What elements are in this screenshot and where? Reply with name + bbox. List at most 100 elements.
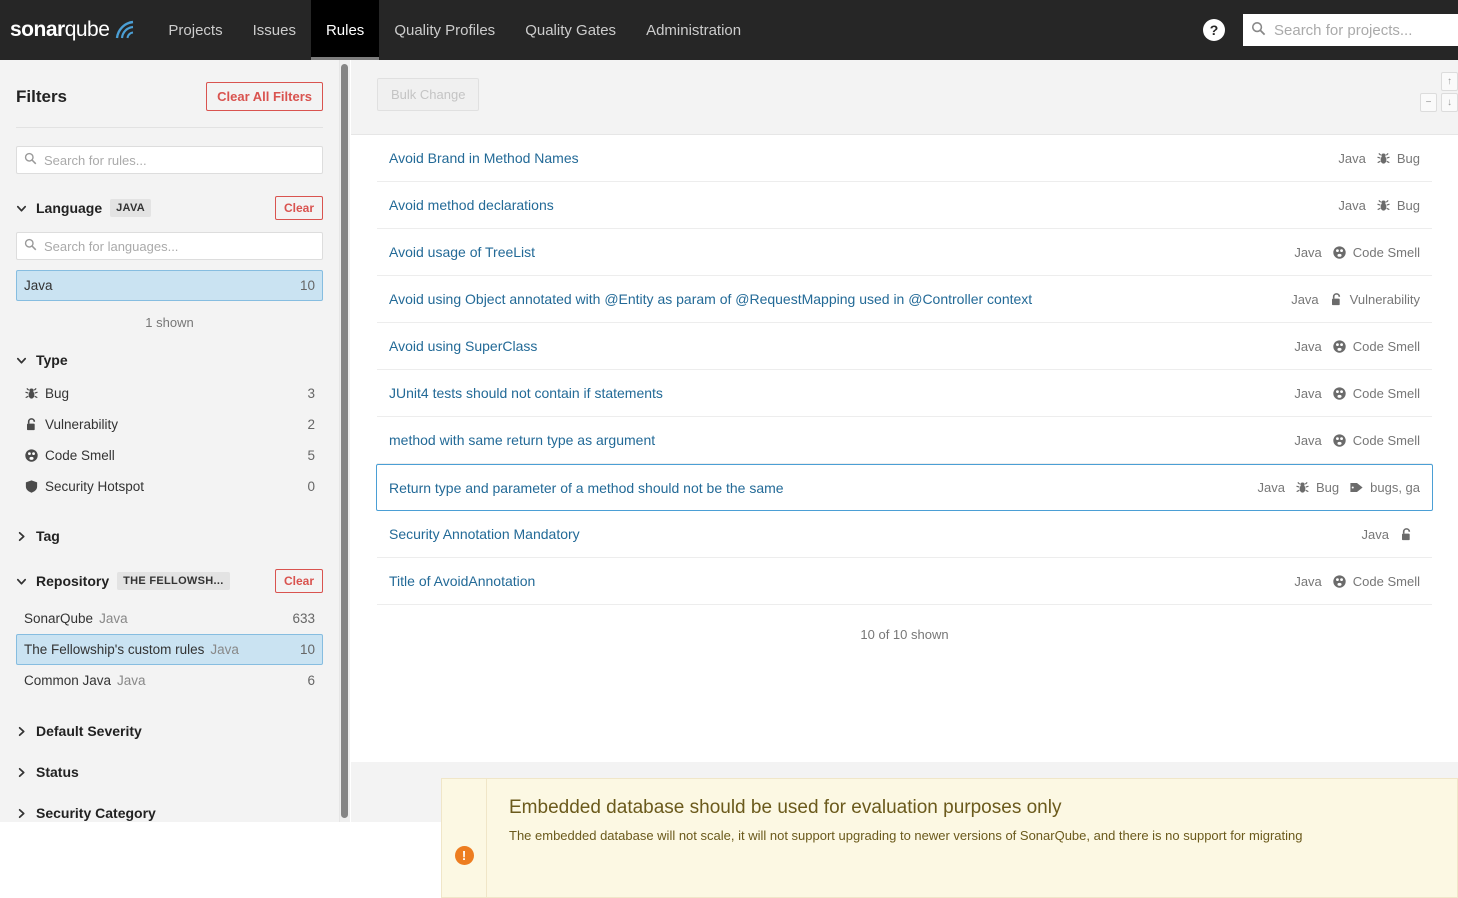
facet-header-type[interactable]: Type [16, 352, 323, 368]
bug-icon [1376, 198, 1391, 213]
rules-search-input[interactable] [42, 152, 315, 169]
rule-title-link[interactable]: Title of AvoidAnnotation [389, 573, 535, 589]
rules-list: Avoid Brand in Method Names Java Bug Avo… [351, 135, 1458, 642]
facet-item-fellowship-repo[interactable]: The Fellowship's custom rules Java 10 [16, 634, 323, 665]
rule-title-link[interactable]: Avoid usage of TreeList [389, 244, 535, 260]
facet-name-default-severity: Default Severity [36, 723, 142, 739]
table-row[interactable]: method with same return type as argument… [377, 417, 1432, 464]
rule-title-link[interactable]: Avoid using SuperClass [389, 338, 537, 354]
sonarqube-logo[interactable]: sonarqube [0, 0, 153, 60]
nav-item-quality-profiles[interactable]: Quality Profiles [379, 0, 510, 60]
code-smell-icon [1332, 386, 1347, 401]
rule-type-label: Bug [1316, 480, 1339, 495]
rule-type-label: Code Smell [1353, 245, 1420, 260]
rule-meta: Java Bug [1318, 151, 1420, 166]
rule-meta: Java Code Smell [1274, 433, 1420, 448]
nav-item-rules[interactable]: Rules [311, 0, 379, 60]
chevron-right-icon [16, 531, 28, 542]
clear-language-facet-button[interactable]: Clear [275, 196, 323, 220]
sidebar-scrollbar-thumb[interactable] [341, 64, 348, 818]
sort-none-button[interactable]: − [1420, 93, 1437, 112]
facet-item-sonarqube-repo[interactable]: SonarQube Java 633 [16, 603, 323, 634]
table-row[interactable]: JUnit4 tests should not contain if state… [377, 370, 1432, 417]
rule-meta: Java Code Smell [1274, 574, 1420, 589]
search-icon [24, 238, 42, 254]
top-navbar: sonarqube Projects Issues Rules Quality … [0, 0, 1458, 60]
nav-item-quality-gates[interactable]: Quality Gates [510, 0, 631, 60]
project-search-box[interactable] [1243, 14, 1458, 46]
language-facet-list: Java 10 [16, 270, 323, 301]
code-smell-icon [1332, 245, 1347, 260]
rule-title-link[interactable]: Avoid Brand in Method Names [389, 150, 579, 166]
facet-item-count: 6 [307, 671, 315, 690]
project-search-input[interactable] [1272, 21, 1450, 40]
facet-item-count: 5 [307, 446, 315, 465]
rules-search-box[interactable] [16, 146, 323, 174]
facet-header-default-severity[interactable]: Default Severity [16, 723, 323, 739]
sort-asc-button[interactable]: ↑ [1441, 72, 1458, 91]
facet-header-security-category[interactable]: Security Category [16, 805, 323, 821]
facet-header-tag[interactable]: Tag [16, 528, 323, 544]
nav-item-projects[interactable]: Projects [153, 0, 237, 60]
facet-item-code-smell[interactable]: Code Smell 5 [16, 440, 323, 471]
rule-type: Code Smell [1332, 245, 1420, 260]
rule-title-link[interactable]: Avoid using Object annotated with @Entit… [389, 291, 1032, 307]
facet-item-bug[interactable]: Bug 3 [16, 378, 323, 409]
chevron-right-icon [16, 726, 28, 737]
clear-all-filters-button[interactable]: Clear All Filters [206, 82, 323, 111]
chevron-down-icon [16, 576, 28, 587]
nav-item-administration[interactable]: Administration [631, 0, 756, 60]
table-row[interactable]: Security Annotation Mandatory Java [377, 511, 1432, 558]
facet-badge-language: JAVA [110, 199, 151, 217]
banner-text: The embedded database will not scale, it… [509, 828, 1302, 843]
facet-name-status: Status [36, 764, 79, 780]
facet-header-status[interactable]: Status [16, 764, 323, 780]
shield-icon [24, 479, 39, 494]
facet-header-repository[interactable]: Repository THE FELLOWSH... Clear [16, 569, 323, 593]
facet-item-java[interactable]: Java 10 [16, 270, 323, 301]
rule-type-label: Bug [1397, 198, 1420, 213]
sort-desc-button[interactable]: ↓ [1441, 93, 1458, 112]
table-row[interactable]: Avoid Brand in Method Names Java Bug [377, 135, 1432, 182]
sort-controls: ↑ − ↓ [1420, 72, 1458, 112]
rule-type-label: Code Smell [1353, 433, 1420, 448]
rule-meta: Java Code Smell [1274, 245, 1420, 260]
rule-title-link[interactable]: method with same return type as argument [389, 432, 655, 448]
rule-meta: Java Bug [1318, 198, 1420, 213]
rule-language: Java [1294, 433, 1321, 448]
facet-item-common-java-repo[interactable]: Common Java Java 6 [16, 665, 323, 696]
rule-language: Java [1294, 339, 1321, 354]
table-row[interactable]: Avoid method declarations Java Bug [377, 182, 1432, 229]
table-row[interactable]: Title of AvoidAnnotation Java Code Smell [377, 558, 1432, 605]
languages-search-input[interactable] [42, 238, 315, 255]
rule-meta: Java Code Smell [1274, 386, 1420, 401]
filters-title: Filters [16, 87, 67, 107]
facet-item-label: SonarQube [24, 609, 93, 628]
sidebar-scrollbar[interactable] [340, 60, 350, 822]
facet-item-security-hotspot[interactable]: Security Hotspot 0 [16, 471, 323, 502]
facet-item-vulnerability[interactable]: Vulnerability 2 [16, 409, 323, 440]
facet-item-count: 2 [307, 415, 315, 434]
rule-type-label: Vulnerability [1350, 292, 1420, 307]
table-row[interactable]: Avoid using Object annotated with @Entit… [377, 276, 1432, 323]
facet-item-sublabel: Java [99, 609, 128, 628]
bulk-change-button[interactable]: Bulk Change [377, 78, 479, 111]
table-row[interactable]: Avoid using SuperClass Java Code Smell [377, 323, 1432, 370]
table-row[interactable]: Avoid usage of TreeList Java Code Smell [377, 229, 1432, 276]
rule-title-link[interactable]: Security Annotation Mandatory [389, 526, 580, 542]
bug-icon [1376, 151, 1391, 166]
help-icon[interactable]: ? [1203, 19, 1225, 41]
facet-header-language[interactable]: Language JAVA Clear [16, 196, 323, 220]
facet-item-label: Code Smell [45, 446, 115, 465]
lock-icon [1329, 292, 1344, 307]
sonarqube-logo-mark [111, 16, 137, 45]
rule-title-link[interactable]: JUnit4 tests should not contain if state… [389, 385, 663, 401]
rule-title-link[interactable]: Avoid method declarations [389, 197, 554, 213]
facet-item-label: Security Hotspot [45, 477, 144, 496]
nav-item-issues[interactable]: Issues [238, 0, 311, 60]
table-row[interactable]: Return type and parameter of a method sh… [376, 464, 1433, 511]
rule-title-link[interactable]: Return type and parameter of a method sh… [389, 480, 784, 496]
lock-icon [24, 417, 39, 432]
languages-search-box[interactable] [16, 232, 323, 260]
clear-repository-facet-button[interactable]: Clear [275, 569, 323, 593]
